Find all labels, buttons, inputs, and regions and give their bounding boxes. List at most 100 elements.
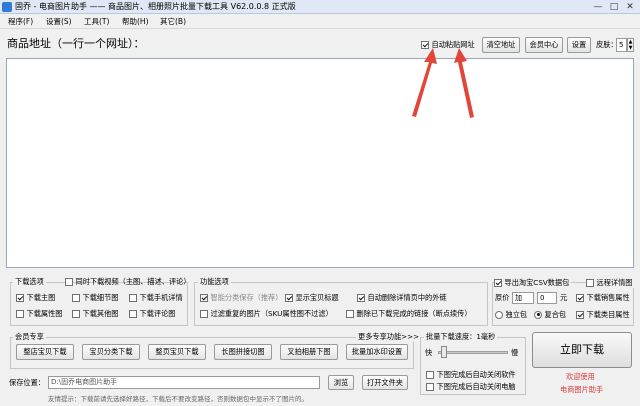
skin-spinner-icon[interactable]: ▲ ▼ [627,38,634,52]
other-image-checkbox[interactable] [72,309,80,318]
attribute-image-label: 下载属性图 [26,309,63,318]
settings-button[interactable]: 设置 [567,37,591,53]
clear-urls-button[interactable]: 清空地址 [482,37,520,53]
review-image-option[interactable]: 下载评论图 [129,309,176,319]
window-title: 固乔 - 电商图片助手 —— 商品图片、相册照片批量下载工具 V62.0.0.8… [15,2,296,11]
vip-page-download-button[interactable]: 整页宝贝下载 [148,344,206,360]
review-image-checkbox[interactable] [129,309,137,318]
category-attr-option[interactable]: 下载类目属性 [576,310,630,320]
attribute-image-checkbox[interactable] [16,309,24,318]
show-title-option[interactable]: 显示宝贝标题 [285,293,339,303]
detail-image-checkbox[interactable] [72,293,80,302]
main-image-label: 下载主图 [26,293,56,302]
speed-fast-label: 快 [425,348,433,357]
auto-close-app-option[interactable]: 下图完成后自动关闭软件 [426,370,516,380]
url-textarea[interactable] [6,58,634,268]
speed-slider-thumb[interactable] [441,346,448,358]
price-value-input[interactable]: 0 [537,292,557,304]
open-folder-button[interactable]: 打开文件夹 [362,375,408,390]
skin-select[interactable]: 5 [616,38,627,52]
attribute-image-option[interactable]: 下载属性图 [16,309,63,319]
vip-album-button[interactable]: 叉拍相册下图 [280,344,338,360]
save-path-input[interactable]: D:\固乔电商图片助手 [48,376,320,389]
filter-duplicates-checkbox[interactable] [200,309,208,318]
delete-done-checkbox[interactable] [346,309,354,318]
auto-shutdown-option[interactable]: 下图完成后自动关闭电脑 [426,382,516,392]
export-csv-checkbox[interactable] [494,278,502,287]
auto-close-app-label: 下图完成后自动关闭软件 [436,370,516,379]
welcome-line-2: 电商图片助手 [560,385,604,394]
delete-done-option[interactable]: 删除已下载完成的链接（断点续传） [346,309,472,319]
auto-shutdown-checkbox[interactable] [426,382,434,391]
single-package-label: 独立包 [505,310,528,319]
other-image-label: 下载其他图 [82,309,119,318]
sales-attr-option[interactable]: 下载销售属性 [576,293,630,303]
speed-slider-track[interactable] [438,351,508,354]
vip-category-download-button[interactable]: 宝贝分类下载 [82,344,140,360]
single-package-option[interactable]: 独立包 [495,310,527,320]
mobile-detail-option[interactable]: 下载手机详情 [129,293,183,303]
function-options-group [194,282,488,326]
smart-save-label: 智能分类保存（推荐） [210,293,283,302]
vip-more-link[interactable]: 更多专享功能>>> [356,332,422,342]
sales-attr-checkbox[interactable] [576,293,584,302]
auto-close-app-checkbox[interactable] [426,370,434,379]
delete-done-label: 删除已下载完成的链接（断点续传） [356,309,472,318]
filter-duplicates-label: 过滤重复的图片（SKU属性图不过滤） [210,309,333,318]
smart-save-option[interactable]: 智能分类保存（推荐） [200,293,282,303]
show-title-checkbox[interactable] [285,293,293,302]
export-csv-option[interactable]: 导出淘宝CSV数据包 [494,278,572,288]
welcome-line-1: 欢迎使用 [566,372,595,381]
arrow-left-icon [412,48,437,117]
member-center-button[interactable]: 会员中心 [525,37,563,53]
single-package-radio[interactable] [495,310,503,319]
detail-image-option[interactable]: 下载细节图 [72,293,119,303]
auto-shutdown-label: 下图完成后自动关闭电脑 [436,382,516,391]
menu-settings[interactable]: 设置(S) [46,16,72,28]
menu-help[interactable]: 帮助(H) [122,16,149,28]
detail-image-label: 下载细节图 [82,293,119,302]
url-heading: 商品地址（一行一个网址）： [7,37,145,50]
combined-package-radio[interactable] [534,310,542,319]
filter-duplicates-option[interactable]: 过滤重复的图片（SKU属性图不过滤） [200,309,333,319]
maximize-button[interactable]: □ [606,1,622,13]
function-options-title: 功能选项 [198,277,231,287]
vip-stitch-button[interactable]: 长图拼接切图 [214,344,272,360]
remote-detail-checkbox[interactable] [586,278,594,287]
combined-package-option[interactable]: 复合包 [534,310,566,320]
video-option[interactable]: 同时下载视频（主图、描述、评论） [65,277,191,287]
menu-program[interactable]: 程序(F) [8,16,33,28]
mobile-detail-checkbox[interactable] [129,293,137,302]
vip-shop-download-button[interactable]: 整店宝贝下载 [16,344,74,360]
category-attr-checkbox[interactable] [576,310,584,319]
menu-tools[interactable]: 工具(T) [84,16,109,28]
download-options-title: 下载选项 [13,277,46,287]
download-options-group [10,282,188,326]
price-operator-select[interactable]: 加 [512,292,534,304]
arrow-right-icon [454,48,474,118]
start-download-button[interactable]: 立即下载 [532,332,632,368]
price-unit: 元 [560,293,568,302]
annotation-arrows [412,48,474,118]
video-checkbox[interactable] [65,277,73,286]
menu-other[interactable]: 其它(B) [160,16,186,28]
speed-slow-label: 慢 [511,348,519,357]
smart-save-checkbox[interactable] [200,293,208,302]
video-label: 同时下载视频（主图、描述、评论） [75,277,191,286]
browse-button[interactable]: 浏览 [328,375,354,390]
main-image-option[interactable]: 下载主图 [16,293,55,303]
remote-detail-option[interactable]: 远程详情图 [586,278,635,288]
vip-watermark-button[interactable]: 批量加水印设置 [346,344,408,360]
review-image-label: 下载评论图 [139,309,176,318]
app-logo-icon [2,2,12,12]
close-button[interactable]: ✕ [622,1,638,13]
export-csv-label: 导出淘宝CSV数据包 [504,278,570,287]
other-image-option[interactable]: 下载其他图 [72,309,119,319]
show-title-label: 显示宝贝标题 [295,293,339,302]
price-label: 原价 [495,293,510,302]
remove-links-checkbox[interactable] [357,293,365,302]
remove-links-option[interactable]: 自动删除详情页中的外链 [357,293,447,303]
minimize-button[interactable]: — [590,1,606,13]
category-attr-label: 下载类目属性 [586,310,630,319]
main-image-checkbox[interactable] [16,293,24,302]
